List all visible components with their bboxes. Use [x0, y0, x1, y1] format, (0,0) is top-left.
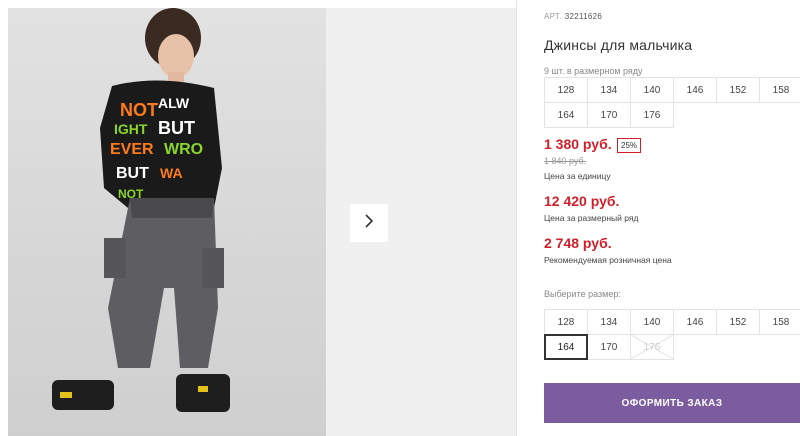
- panel-divider: [516, 0, 517, 436]
- size-option[interactable]: 134: [587, 309, 631, 335]
- svg-text:WRO: WRO: [164, 141, 203, 158]
- next-image-button[interactable]: [350, 204, 388, 242]
- size-option[interactable]: 170: [587, 334, 631, 360]
- pack-size-cell: 152: [716, 77, 760, 103]
- pack-size-cell: 170: [587, 102, 631, 128]
- size-option[interactable]: 158: [759, 309, 800, 335]
- row-price-label: Цена за размерный ряд: [544, 213, 639, 223]
- product-gallery: NOT ALW IGHT BUT EVER WRO BUT WA NOT: [0, 0, 516, 436]
- choose-size-label: Выберите размер:: [544, 289, 621, 299]
- product-photo: NOT ALW IGHT BUT EVER WRO BUT WA NOT: [8, 8, 326, 436]
- old-price: 1 840 руб.: [544, 156, 587, 166]
- pack-size-cell: 176: [630, 102, 674, 128]
- product-title: Джинсы для мальчика: [544, 37, 693, 53]
- svg-text:WA: WA: [160, 165, 183, 181]
- pack-size-grid: 128 134 140 146 152 158 164 170 176: [544, 77, 800, 128]
- pack-size-cell: 140: [630, 77, 674, 103]
- unit-price-label: Цена за единицу: [544, 171, 611, 181]
- pack-size-cell: 128: [544, 77, 588, 103]
- size-option[interactable]: 152: [716, 309, 760, 335]
- svg-text:NOT: NOT: [120, 100, 158, 120]
- row-price: 12 420 руб.: [544, 193, 620, 209]
- discount-badge: 25%: [617, 138, 642, 153]
- boy-in-jeans-image: NOT ALW IGHT BUT EVER WRO BUT WA NOT: [52, 8, 230, 412]
- chevron-right-icon: [363, 213, 375, 234]
- unit-price: 1 380 руб.: [544, 136, 612, 152]
- svg-text:BUT: BUT: [158, 118, 195, 138]
- pack-size-cell: 164: [544, 102, 588, 128]
- size-option[interactable]: 140: [630, 309, 674, 335]
- pack-size-cell: 146: [673, 77, 717, 103]
- article-value: 32211626: [564, 12, 603, 21]
- svg-text:EVER: EVER: [110, 141, 154, 158]
- retail-price: 2 748 руб.: [544, 235, 612, 251]
- size-option-disabled-label: 176: [643, 341, 661, 353]
- size-option-disabled: 176: [630, 334, 674, 360]
- article-label: АРТ.: [544, 12, 562, 21]
- pack-info: 9 шт. в размерном ряду: [544, 66, 643, 76]
- pack-size-cell: 134: [587, 77, 631, 103]
- size-selector: 128 134 140 146 152 158 164 170 176: [544, 309, 800, 360]
- retail-price-label: Рекомендуемая розничная цена: [544, 255, 672, 265]
- svg-text:ALW: ALW: [158, 95, 190, 111]
- pack-size-cell: 158: [759, 77, 800, 103]
- size-option[interactable]: 128: [544, 309, 588, 335]
- size-option-selected[interactable]: 164: [544, 334, 588, 360]
- order-button[interactable]: ОФОРМИТЬ ЗАКАЗ: [544, 383, 800, 423]
- article-number: АРТ. 32211626: [544, 12, 602, 21]
- product-info-panel: АРТ. 32211626 Джинсы для мальчика 9 шт. в…: [544, 0, 800, 436]
- svg-text:BUT: BUT: [116, 165, 149, 182]
- svg-text:IGHT: IGHT: [114, 121, 148, 137]
- size-option[interactable]: 146: [673, 309, 717, 335]
